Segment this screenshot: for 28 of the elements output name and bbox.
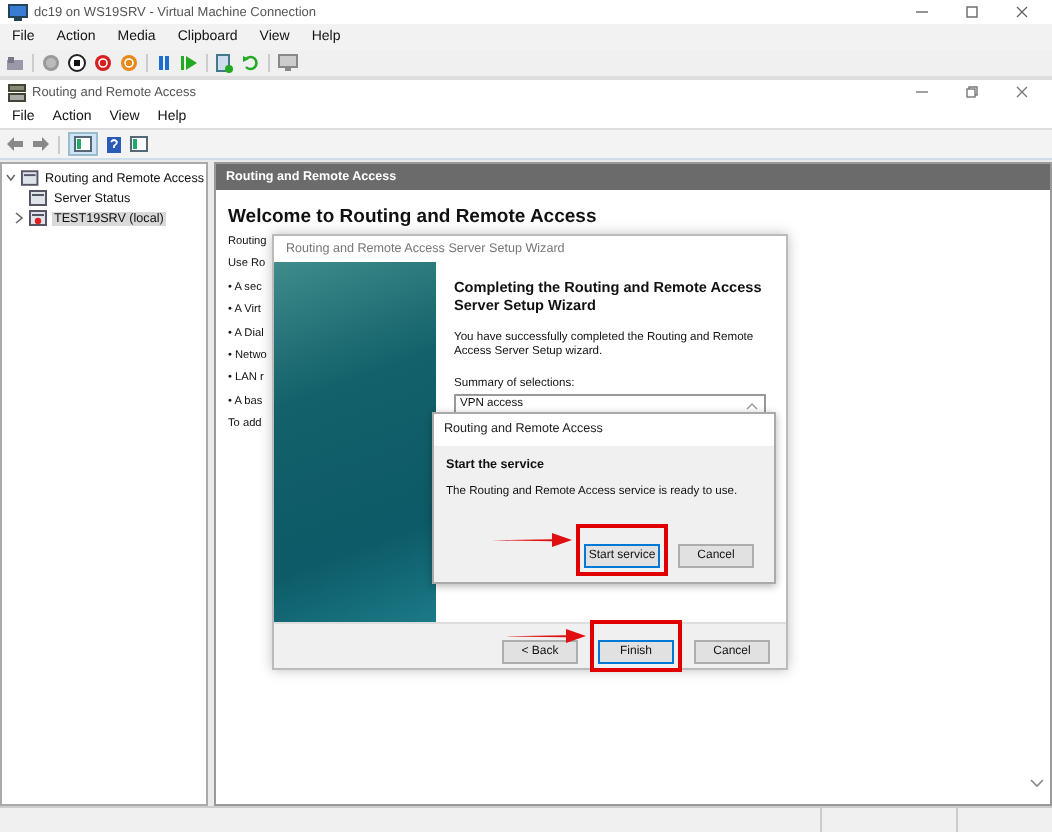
server-icon (19, 169, 40, 187)
reset-icon[interactable] (120, 54, 138, 72)
power-icon[interactable] (94, 54, 112, 72)
collapse-chevron-icon[interactable] (6, 172, 16, 184)
restore-icon[interactable] (964, 84, 980, 100)
help-icon[interactable] (106, 135, 122, 153)
router-icon (8, 83, 26, 101)
scroll-down-icon[interactable] (1030, 778, 1044, 788)
server-icon (28, 209, 48, 227)
play-icon[interactable] (180, 54, 198, 72)
checkpoint-icon[interactable] (216, 53, 234, 73)
console-tree-toggle[interactable] (68, 132, 98, 156)
pause-icon[interactable] (156, 54, 172, 72)
close-icon[interactable] (1014, 4, 1030, 20)
close-icon[interactable] (1014, 84, 1030, 100)
forward-arrow-icon[interactable] (32, 136, 50, 152)
server-icon (28, 189, 48, 207)
welcome-heading: Welcome to Routing and Remote Access (228, 206, 599, 228)
monitor-icon[interactable] (278, 54, 298, 72)
expand-chevron-icon[interactable] (14, 212, 24, 224)
panel-icon[interactable] (130, 136, 148, 152)
stop-icon[interactable] (68, 54, 86, 72)
circle-icon[interactable] (42, 54, 60, 72)
revert-icon[interactable] (242, 54, 260, 72)
monitor-icon (8, 3, 28, 21)
back-arrow-icon[interactable] (6, 136, 24, 152)
scroll-up-icon[interactable] (746, 402, 758, 410)
maximize-icon[interactable] (964, 4, 980, 20)
